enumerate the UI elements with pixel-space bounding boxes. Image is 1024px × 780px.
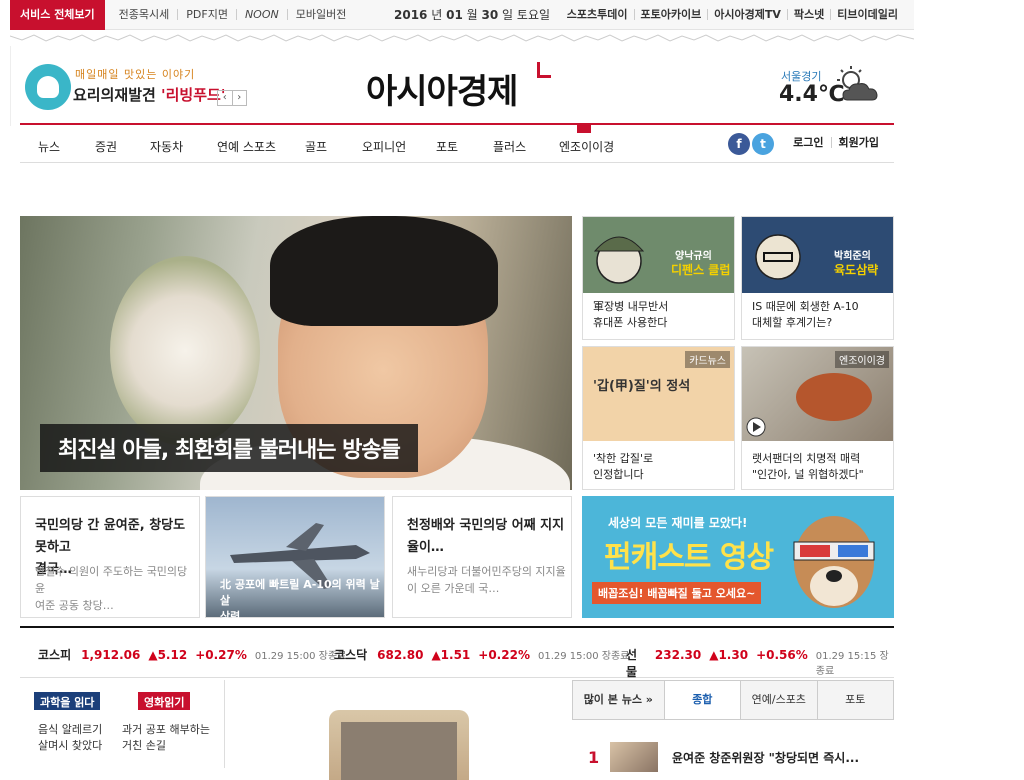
login-link[interactable]: 로그인 — [786, 137, 830, 148]
top-link-mobile[interactable]: 모바일버전 — [286, 9, 355, 20]
nav-item-golf[interactable]: 골프 — [305, 138, 327, 155]
popular-news-tabs: 많이 본 뉴스 » 종합 연예/스포츠 포토 — [572, 680, 894, 720]
ticker-kospi[interactable]: 코스피 1,912.06 ▲5.12 +0.27% 01.29 15:00 장종… — [38, 646, 346, 663]
promo-title[interactable]: 요리의재발견 '리빙푸드' — [73, 84, 225, 105]
signup-link[interactable]: 회원가입 — [830, 137, 886, 148]
main-nav: 뉴스 증권 자동차 연예 스포츠 골프 오피니언 포토 플러스 엔조이이경 f … — [20, 123, 894, 163]
link-paxnet[interactable]: 팍스넷 — [786, 9, 830, 20]
strategy-column-author: 박희준의 — [834, 251, 871, 262]
nav-item-enjoy[interactable]: 엔조이이경 — [559, 138, 614, 155]
column-card-strategy[interactable]: 박희준의 육도삼략 IS 때문에 회생한 A-10 대체할 후계기는? — [741, 216, 894, 340]
funcast-banner[interactable]: 세상의 모든 재미를 모았다! 펀캐스트 영상 배꼽조심! 배꼽빠질 둘고 오세… — [582, 496, 894, 618]
video-card-item[interactable]: 엔조이이경 랫서팬더의 치명적 매력 "인간아, 널 위협하겠다" — [741, 346, 894, 490]
strategy-column-text: IS 때문에 회생한 A-10 대체할 후계기는? — [752, 300, 859, 329]
stock-ticker: 코스피 1,912.06 ▲5.12 +0.27% 01.29 15:00 장종… — [20, 626, 894, 680]
hero-headline[interactable]: 최진실 아들, 최환희를 불러내는 방송들 — [20, 216, 572, 490]
smartphone-image — [329, 710, 469, 780]
auth-links: 로그인 회원가입 — [786, 137, 886, 148]
top-links: 전종목시세 PDF지면 NOON 모바일버전 — [111, 9, 355, 20]
promo-prev-button[interactable]: ‹ — [218, 91, 232, 105]
strategy-column-name: 육도삼략 — [834, 263, 879, 277]
hero-caption[interactable]: 최진실 아들, 최환희를 불러내는 방송들 — [40, 424, 418, 472]
nav-item-opinion[interactable]: 오피니언 — [362, 138, 406, 155]
top-utility-bar: 서비스 전체보기 전종목시세 PDF지면 NOON 모바일버전 2016 년 0… — [10, 0, 914, 30]
site-header: 매일매일 맛있는 이야기 요리의재발견 '리빙푸드' ‹ › 아시아경제 서울경… — [10, 46, 904, 126]
card-news-image-text: '갑(甲)질'의 정석 — [593, 379, 691, 394]
nav-item-photo[interactable]: 포토 — [436, 138, 458, 155]
banner-line2: 펀캐스트 영상 — [604, 540, 774, 575]
link-sports-today[interactable]: 스포츠투데이 — [561, 9, 634, 20]
news-summary: 안철수 의원이 주도하는 국민의당 윤 여준 공동 창당… — [35, 565, 188, 612]
nav-item-plus[interactable]: 플러스 — [493, 138, 526, 155]
site-logo[interactable]: 아시아경제 — [366, 64, 518, 113]
banner-line1: 세상의 모든 재미를 모았다! — [608, 516, 748, 530]
popular-news-heading[interactable]: 많이 본 뉴스 » — [573, 681, 664, 719]
service-all-button[interactable]: 서비스 전체보기 — [10, 0, 105, 30]
tab-photo[interactable]: 포토 — [816, 681, 893, 719]
dog-with-3d-glasses-image — [793, 516, 875, 608]
news-photo-item[interactable]: 北 공포에 빠트릴 A-10의 위력 날 살 상력 — [205, 496, 385, 623]
promo-subtitle: 매일매일 맛있는 이야기 — [75, 68, 196, 81]
tab-ent-sports[interactable]: 연예/스포츠 — [740, 681, 817, 719]
top-link-pdf[interactable]: PDF지면 — [177, 9, 236, 20]
nav-item-stock[interactable]: 증권 — [95, 138, 117, 155]
card-news-item[interactable]: '갑(甲)질'의 정석 카드뉴스 '착한 갑질'로 인정합니다 — [582, 346, 735, 490]
card-news-tag: 카드뉴스 — [685, 351, 730, 368]
science-text[interactable]: 음식 알레르기 살며시 찾았다 — [38, 722, 102, 754]
defense-column-author: 양낙규의 — [675, 251, 712, 262]
current-date: 2016 년 01 월 30 일 토요일 — [394, 8, 551, 22]
top-link-stocks[interactable]: 전종목시세 — [111, 9, 178, 20]
tab-all[interactable]: 종합 — [663, 681, 741, 719]
popular-item-title[interactable]: 윤여준 창준위원장 "창당되면 즉시... — [672, 749, 859, 766]
promo-pager: ‹ › — [217, 90, 247, 106]
phone-ad[interactable] — [224, 680, 572, 780]
popular-news: 많이 본 뉴스 » 종합 연예/스포츠 포토 1 윤여준 창준위원장 "창당되면… — [572, 680, 894, 772]
video-card-tag: 엔조이이경 — [835, 351, 889, 368]
top-link-noon[interactable]: NOON — [235, 9, 287, 20]
rank-number: 1 — [588, 747, 600, 767]
hero-flowers-image — [110, 256, 260, 446]
science-label[interactable]: 과학을 읽다 — [34, 692, 101, 710]
card-news-text: '착한 갑질'로 인정합니다 — [593, 452, 654, 481]
news-summary: 새누리당과 더불어민주당의 지지율 이 오른 가운데 국… — [407, 565, 566, 595]
link-photo-archive[interactable]: 포토아카이브 — [633, 9, 708, 20]
family-site-links: 스포츠투데이 포토아카이브 아시아경제TV 팍스넷 티브이데일리 — [561, 9, 904, 20]
partly-cloudy-icon — [833, 64, 883, 111]
banner-line3: 배꼽조심! 배꼽빠질 둘고 오세요~ — [592, 582, 762, 604]
movie-text[interactable]: 과거 공포 해부하는 거친 손길 — [122, 722, 210, 754]
defense-column-text: 軍장병 내무반서 휴대폰 사용한다 — [593, 300, 669, 329]
ticker-futures[interactable]: 선물 232.30 ▲1.30 +0.56% 01.29 15:15 장종료 — [626, 646, 894, 680]
promo-next-button[interactable]: › — [231, 91, 247, 105]
column-card-defense[interactable]: 양낙규의 디펜스 클럽 軍장병 내무반서 휴대폰 사용한다 — [582, 216, 735, 340]
facebook-icon[interactable]: f — [728, 133, 750, 155]
twitter-icon[interactable]: t — [752, 133, 774, 155]
sns-links: f t — [728, 133, 774, 155]
movie-label[interactable]: 영화읽기 — [138, 692, 191, 710]
nav-new-flag-icon — [577, 123, 591, 133]
hero-image-hair — [270, 216, 498, 326]
link-asia-tv[interactable]: 아시아경제TV — [707, 9, 787, 20]
news-item-3[interactable]: 천정배와 국민의당 어째 지지 율이… 새누리당과 더불어민주당의 지지율 이 오른… — [392, 496, 572, 618]
news-title[interactable]: 천정배와 국민의당 어째 지지 율이… — [407, 515, 564, 559]
ticker-kosdaq[interactable]: 코스닥 682.80 ▲1.51 +0.22% 01.29 15:00 장종료 — [334, 646, 629, 663]
news-item-1[interactable]: 국민의당 간 윤여준, 창당도 못하고 결국… 안철수 의원이 주도하는 국민의당… — [20, 496, 200, 618]
video-card-text: 랫서팬더의 치명적 매력 "인간아, 널 위협하겠다" — [752, 452, 864, 481]
chef-hat-icon[interactable] — [25, 64, 71, 110]
nav-item-news[interactable]: 뉴스 — [38, 138, 60, 155]
torn-edge-divider — [10, 30, 914, 46]
link-tvdaily[interactable]: 티브이데일리 — [830, 9, 904, 20]
nav-item-ent-sports[interactable]: 연예 스포츠 — [217, 138, 276, 155]
defense-column-name: 디펜스 클럽 — [671, 263, 731, 277]
logo-mark-icon — [537, 62, 551, 78]
news-photo-caption: 北 공포에 빠트릴 A-10의 위력 날 살 상력 — [220, 578, 380, 623]
nav-item-auto[interactable]: 자동차 — [150, 138, 183, 155]
